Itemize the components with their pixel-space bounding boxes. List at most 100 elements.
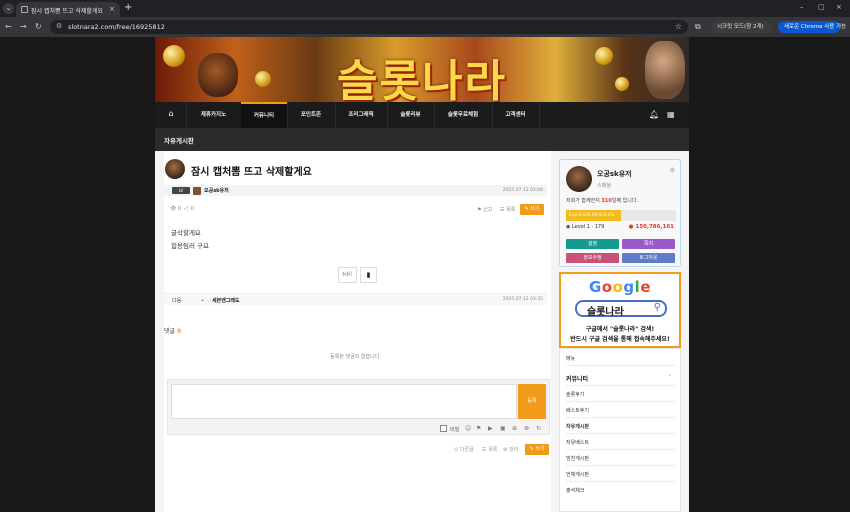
divider: [566, 417, 676, 418]
side-menu-top[interactable]: 메뉴: [566, 355, 575, 362]
nav-item-free-trial[interactable]: 슬롯무료체험: [435, 102, 491, 128]
tab-close-icon[interactable]: ×: [109, 5, 115, 13]
flag-icon[interactable]: ⚑: [476, 425, 481, 432]
bottom-list-link[interactable]: ☰ 목록: [482, 446, 497, 453]
bell-icon[interactable]: 🔔︎: [649, 110, 659, 119]
nav-item-points[interactable]: 포인트존: [288, 102, 334, 128]
address-bar[interactable]: ⚙ slotnara2.com/free/16925812 ☆: [50, 20, 688, 34]
logout-button[interactable]: 로그아웃: [622, 253, 675, 263]
nav-item-slot-review[interactable]: 슬롯리뷰: [388, 102, 433, 128]
google-ad-line1: 구글에서 "슬롯나라" 검색!: [585, 326, 655, 333]
post-content-line: 힙용팀러 구요: [171, 242, 209, 250]
like-button[interactable]: 👍︎0: [338, 267, 357, 283]
favicon-icon: [21, 6, 28, 13]
extensions-icon[interactable]: ⧉: [695, 22, 701, 32]
browser-toolbar: ← → ↻ ⚙ slotnara2.com/free/16925812 ☆ ⧉ …: [0, 17, 850, 37]
forward-icon[interactable]: →: [20, 22, 27, 32]
google-search-banner[interactable]: Google 슬롯나라 ⚲ 구글에서 "슬롯나라" 검색! 반드시 구글 검색을…: [559, 272, 681, 348]
reload-icon[interactable]: ↻: [35, 22, 42, 32]
author-mini-avatar: [193, 187, 201, 195]
comment-submit-button[interactable]: 등록: [518, 384, 546, 419]
incognito-pill[interactable]: 시크릿 모드(창 2개): [711, 21, 772, 33]
days-prefix: 저희가 함께한지: [566, 198, 602, 204]
image-icon[interactable]: ▣: [500, 425, 506, 432]
grid-menu-icon[interactable]: ▦: [667, 110, 675, 119]
nav-item-free-graphic[interactable]: 프리그래픽: [336, 102, 386, 128]
chrome-update-pill[interactable]: 새로운 Chrome 사용 가능: [778, 21, 846, 33]
edit-info-button[interactable]: 정보수정: [566, 253, 619, 263]
post-title: 잠시 캡처뽐 뜨고 삭제할게요: [191, 167, 312, 178]
list-link[interactable]: ☰ 목록: [500, 206, 515, 213]
like-button-count: 0: [348, 271, 353, 278]
comment-textarea[interactable]: [171, 384, 517, 419]
post-author-name[interactable]: 오공sk유저: [204, 187, 229, 194]
bookmark-star-icon[interactable]: ☆: [675, 22, 682, 31]
secret-checkbox[interactable]: [440, 425, 447, 432]
banner-logo: 슬롯나라: [337, 56, 507, 102]
url-text[interactable]: slotnara2.com/free/16925812: [68, 23, 165, 31]
home-icon[interactable]: ⌂: [166, 109, 176, 119]
nav-item-community[interactable]: 커뮤니티: [241, 102, 287, 128]
bottom-write-label: 쓰기: [535, 446, 545, 452]
chevron-up-icon[interactable]: ⌃: [668, 374, 672, 380]
nav-item-support[interactable]: 고객센터: [493, 102, 538, 128]
post-panel: 잠시 캡처뽐 뜨고 삭제할게요 LV 오공sk유저 2025.07.12 03:…: [164, 151, 551, 512]
settings-button[interactable]: 설정: [566, 239, 619, 249]
report-label: 신고: [483, 207, 493, 213]
comments-heading: 댓글 0: [164, 326, 181, 335]
back-icon[interactable]: ←: [5, 22, 12, 32]
side-menu-heading[interactable]: 커뮤니티: [566, 374, 588, 383]
emoji-icon[interactable]: ☺: [465, 425, 471, 432]
view-count: 0: [177, 206, 182, 212]
profile-avatar: [566, 166, 592, 192]
divider: [566, 401, 676, 402]
side-item-best-review[interactable]: 베스트후기: [566, 407, 589, 414]
side-item-board-b[interactable]: 언체게시판: [566, 471, 589, 478]
write-label: 쓰기: [530, 206, 540, 212]
maximize-icon[interactable]: ▢: [818, 3, 825, 11]
message-button[interactable]: 쪽지: [622, 239, 675, 249]
board-title: 자유게시판: [164, 137, 194, 145]
side-item-free-board[interactable]: 자유게시판: [566, 423, 589, 430]
no-comments-message: 등록된 댓글이 없습니다.: [330, 354, 381, 360]
nav-item-casino[interactable]: 제휴카지노: [187, 102, 240, 128]
report-link[interactable]: ⚑ 신고: [477, 206, 492, 213]
side-item-free-best[interactable]: 자유베스트: [566, 439, 589, 446]
profile-name[interactable]: 오공sk유저: [597, 169, 632, 179]
divider: [566, 433, 676, 434]
settings-icon[interactable]: ⊗: [524, 425, 529, 432]
gear-icon[interactable]: ⚙: [670, 167, 675, 174]
main-nav: ⌂ 제휴카지노 커뮤니티 포인트존 프리그래픽 슬롯리뷰 슬롯무료체험 고객센터…: [155, 102, 689, 128]
minimize-icon[interactable]: –: [800, 3, 804, 11]
coin-icon: ●: [628, 224, 634, 230]
plus-icon[interactable]: ⊕: [512, 425, 517, 432]
new-tab-icon[interactable]: +: [124, 2, 132, 13]
exp-bar: Exp 0.0/0.00% 0.0%: [566, 210, 676, 221]
site-info-icon[interactable]: ⚙: [56, 22, 62, 30]
browser-tab[interactable]: 잠시 캡처뽐 뜨고 삭제할게요 ×: [16, 2, 120, 17]
next-post-title[interactable]: 세븐앤그래도: [212, 297, 240, 304]
write-button[interactable]: ✎ 쓰기: [520, 204, 544, 215]
post-content-line: 글삭할게요: [171, 229, 201, 237]
next-post-row[interactable]: 다음 ⌄ 세븐앤그래도 2025.07.12 03:35: [164, 293, 547, 305]
tab-search-icon[interactable]: ⌄: [3, 3, 14, 14]
scrap-button[interactable]: ▮: [360, 267, 377, 283]
divider: [566, 465, 676, 466]
nav-divider: [539, 102, 540, 128]
list-label: 목록: [506, 207, 516, 213]
manage-link[interactable]: ⚙ 관리: [503, 446, 518, 453]
side-item-attendance[interactable]: 출석체크: [566, 487, 584, 494]
side-item-slot-review[interactable]: 슬롯후기: [566, 391, 584, 398]
bottom-write-button[interactable]: ✎ 쓰기: [525, 444, 549, 455]
video-icon[interactable]: ▶: [488, 425, 493, 432]
refresh-icon[interactable]: ↻: [536, 425, 541, 432]
comments-count: 0: [176, 328, 182, 335]
eye-icon: 👁: [170, 206, 177, 212]
bookmark-icon: ▮: [366, 271, 371, 279]
other-posts-link[interactable]: ⊙ 다른글: [454, 446, 474, 453]
comment-form: 등록 비밀 ☺ ⚑ ▶ ▣ ⊕ ⊗ ↻: [167, 379, 550, 435]
window-close-icon[interactable]: ×: [836, 3, 842, 11]
side-item-board-a[interactable]: 빙천게시판: [566, 455, 589, 462]
days-suffix: 일째 입니다.: [611, 198, 639, 204]
site-banner[interactable]: 슬롯나라: [155, 37, 689, 102]
